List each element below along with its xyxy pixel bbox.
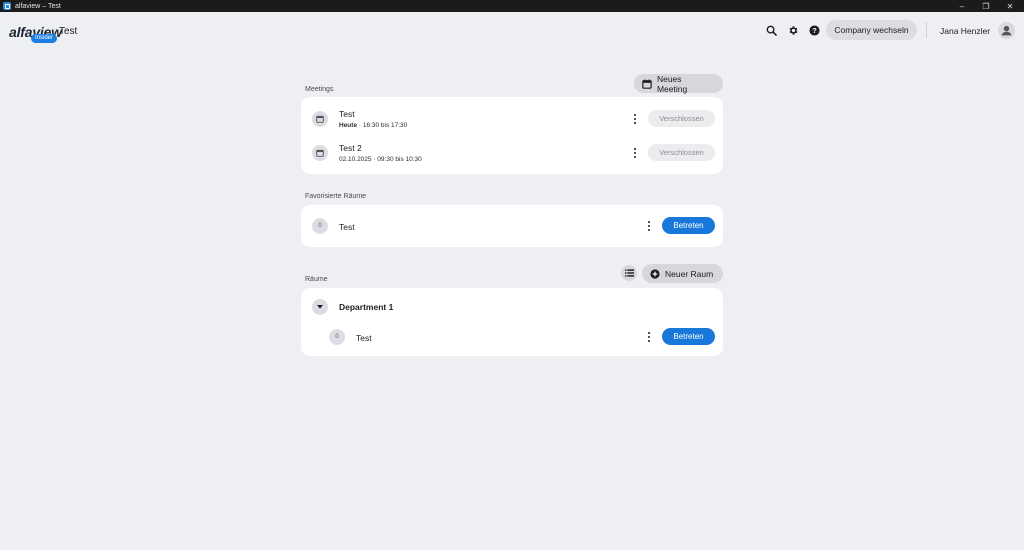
new-meeting-label: Neues Meeting [656, 73, 688, 94]
list-view-button[interactable] [621, 265, 637, 281]
meeting-title: Test 2 [339, 143, 362, 153]
meeting-time: 02.10.2025 · 09:30 bis 10:30 [339, 156, 422, 163]
insider-badge: Insider [31, 34, 58, 43]
favorites-card: 0 Test Betreten [301, 205, 723, 247]
participant-count: 0 [329, 329, 345, 345]
calendar-icon [642, 78, 652, 89]
app-icon [3, 2, 11, 10]
list-icon [624, 269, 634, 277]
meeting-more-icon[interactable] [631, 146, 639, 160]
join-button[interactable]: Betreten [662, 217, 715, 234]
restore-icon[interactable]: ❐ [974, 0, 998, 12]
participant-count: 0 [312, 218, 328, 234]
department-title: Department 1 [339, 302, 394, 312]
gear-icon[interactable] [786, 23, 800, 37]
collapse-toggle[interactable] [312, 299, 328, 315]
minimize-icon[interactable]: – [950, 0, 974, 12]
window-titlebar: alfaview – Test – ❐ ✕ [0, 0, 1024, 12]
rooms-section-label: Räume [305, 276, 328, 283]
calendar-icon [316, 115, 324, 123]
page-title: Test [59, 26, 78, 37]
room-title: Test [339, 222, 355, 232]
favorites-section-label: Favorisierte Räume [305, 193, 367, 200]
plus-circle-icon [650, 268, 660, 279]
avatar[interactable] [998, 22, 1015, 39]
new-meeting-button[interactable]: Neues Meeting [634, 73, 723, 94]
meetings-section-label: Meetings [305, 86, 334, 93]
chevron-down-icon [317, 305, 323, 309]
meeting-more-icon[interactable] [631, 112, 639, 126]
user-name: Jana Henzler [940, 26, 991, 36]
room-row[interactable]: 0 Test Betreten [301, 205, 723, 247]
header-divider [926, 22, 927, 38]
meeting-row[interactable]: Test 2 02.10.2025 · 09:30 bis 10:30 Vers… [301, 135, 723, 174]
room-more-icon[interactable] [645, 219, 653, 233]
room-title: Test [356, 333, 372, 343]
department-row[interactable]: Department 1 [301, 288, 723, 324]
user-icon [1001, 25, 1012, 36]
help-icon[interactable]: ? [807, 23, 821, 37]
window-title: alfaview – Test [15, 2, 61, 10]
locked-button: Verschlossen [648, 144, 715, 161]
close-icon[interactable]: ✕ [998, 0, 1022, 12]
new-room-label: Neuer Raum [665, 268, 714, 279]
meeting-calendar-badge [312, 145, 328, 161]
meeting-row[interactable]: Test Heute · 16:30 bis 17:30 Verschlosse… [301, 97, 723, 136]
room-more-icon[interactable] [645, 330, 653, 344]
rooms-card: Department 1 0 Test Betreten [301, 288, 723, 356]
meeting-calendar-badge [312, 111, 328, 127]
locked-button: Verschlossen [648, 110, 715, 127]
meeting-title: Test [339, 109, 355, 119]
room-row[interactable]: 0 Test Betreten [301, 324, 723, 356]
calendar-icon [316, 149, 324, 157]
join-button[interactable]: Betreten [662, 328, 715, 345]
meetings-card: Test Heute · 16:30 bis 17:30 Verschlosse… [301, 97, 723, 174]
new-room-button[interactable]: Neuer Raum [642, 264, 723, 283]
company-switch-button[interactable]: Company wechseln [826, 20, 917, 40]
meeting-time: Heute · 16:30 bis 17:30 [339, 122, 408, 129]
svg-text:?: ? [812, 25, 817, 34]
search-icon[interactable] [764, 23, 778, 37]
